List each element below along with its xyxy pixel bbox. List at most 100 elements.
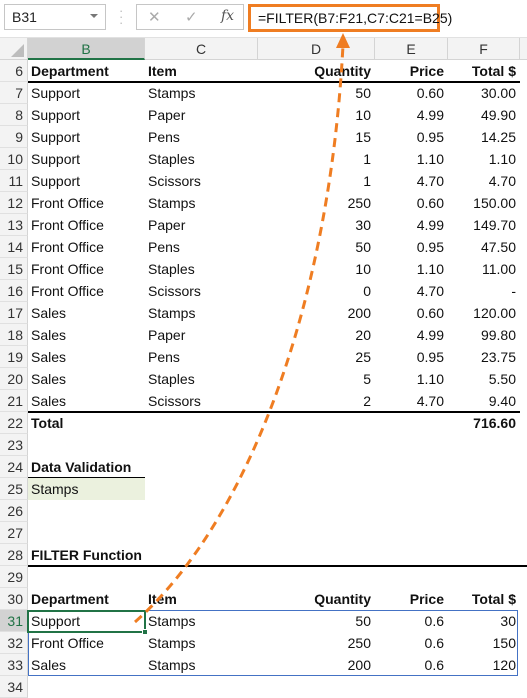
- source-cell-total[interactable]: 4.70: [448, 170, 516, 192]
- cancel-icon[interactable]: ✕: [148, 8, 161, 26]
- row-header-11[interactable]: 11: [0, 170, 28, 192]
- source-cell-total[interactable]: 150.00: [448, 192, 516, 214]
- column-header-e[interactable]: E: [375, 38, 448, 60]
- filter-header-cell[interactable]: Item: [145, 588, 258, 610]
- source-cell-qty[interactable]: 200: [258, 302, 371, 324]
- source-cell-item[interactable]: Pens: [145, 126, 258, 148]
- source-cell-item[interactable]: Stamps: [145, 192, 258, 214]
- source-cell-price[interactable]: 1.10: [375, 148, 444, 170]
- source-cell-dept[interactable]: Support: [28, 82, 145, 104]
- source-cell-item[interactable]: Stamps: [145, 302, 258, 324]
- source-cell-price[interactable]: 0.60: [375, 302, 444, 324]
- source-cell-total[interactable]: 5.50: [448, 368, 516, 390]
- source-cell-dept[interactable]: Sales: [28, 324, 145, 346]
- row-header-32[interactable]: 32: [0, 632, 28, 654]
- source-cell-item[interactable]: Staples: [145, 368, 258, 390]
- source-cell-dept[interactable]: Sales: [28, 390, 145, 412]
- source-cell-qty[interactable]: 2: [258, 390, 371, 412]
- source-cell-dept[interactable]: Support: [28, 126, 145, 148]
- source-header-cell[interactable]: Item: [145, 60, 258, 82]
- source-cell-item[interactable]: Pens: [145, 236, 258, 258]
- column-header-f[interactable]: F: [448, 38, 520, 60]
- source-cell-price[interactable]: 0.95: [375, 346, 444, 368]
- row-header-22[interactable]: 22: [0, 412, 28, 434]
- row-header-27[interactable]: 27: [0, 522, 28, 544]
- source-cell-total[interactable]: 1.10: [448, 148, 516, 170]
- row-header-17[interactable]: 17: [0, 302, 28, 324]
- source-cell-dept[interactable]: Front Office: [28, 280, 145, 302]
- row-header-7[interactable]: 7: [0, 82, 28, 104]
- row-header-12[interactable]: 12: [0, 192, 28, 214]
- source-cell-dept[interactable]: Front Office: [28, 214, 145, 236]
- source-cell-price[interactable]: 1.10: [375, 258, 444, 280]
- source-cell-qty[interactable]: 50: [258, 236, 371, 258]
- name-box[interactable]: B31: [4, 4, 106, 30]
- row-header-9[interactable]: 9: [0, 126, 28, 148]
- row-header-23[interactable]: 23: [0, 434, 28, 456]
- row-header-10[interactable]: 10: [0, 148, 28, 170]
- source-cell-total[interactable]: 9.40: [448, 390, 516, 412]
- source-header-cell[interactable]: Price: [375, 60, 444, 82]
- source-cell-price[interactable]: 4.99: [375, 104, 444, 126]
- source-cell-price[interactable]: 4.70: [375, 170, 444, 192]
- source-cell-price[interactable]: 1.10: [375, 368, 444, 390]
- source-cell-dept[interactable]: Support: [28, 104, 145, 126]
- source-cell-total[interactable]: 23.75: [448, 346, 516, 368]
- source-cell-total[interactable]: 14.25: [448, 126, 516, 148]
- filter-header-cell[interactable]: Quantity: [258, 588, 371, 610]
- check-icon[interactable]: ✓: [185, 8, 198, 26]
- source-cell-dept[interactable]: Sales: [28, 346, 145, 368]
- source-header-cell[interactable]: Quantity: [258, 60, 371, 82]
- source-cell-item[interactable]: Pens: [145, 346, 258, 368]
- source-cell-total[interactable]: 11.00: [448, 258, 516, 280]
- fill-handle[interactable]: [142, 629, 148, 635]
- source-cell-item[interactable]: Paper: [145, 104, 258, 126]
- source-cell-qty[interactable]: 10: [258, 104, 371, 126]
- row-header-30[interactable]: 30: [0, 588, 28, 610]
- row-header-25[interactable]: 25: [0, 478, 28, 500]
- source-cell-item[interactable]: Paper: [145, 324, 258, 346]
- source-cell-price[interactable]: 4.70: [375, 390, 444, 412]
- source-header-cell[interactable]: Department: [28, 60, 145, 82]
- row-header-6[interactable]: 6: [0, 60, 28, 82]
- source-cell-price[interactable]: 0.60: [375, 192, 444, 214]
- row-header-31[interactable]: 31: [0, 610, 28, 632]
- source-cell-qty[interactable]: 250: [258, 192, 371, 214]
- row-header-21[interactable]: 21: [0, 390, 28, 412]
- total-value[interactable]: 716.60: [448, 412, 516, 434]
- source-cell-price[interactable]: 0.95: [375, 236, 444, 258]
- source-cell-total[interactable]: 49.90: [448, 104, 516, 126]
- source-cell-total[interactable]: 99.80: [448, 324, 516, 346]
- data-validation-title[interactable]: Data Validation: [28, 456, 145, 478]
- source-cell-item[interactable]: Scissors: [145, 280, 258, 302]
- total-label[interactable]: Total: [28, 412, 145, 434]
- source-cell-qty[interactable]: 50: [258, 82, 371, 104]
- column-header-c[interactable]: C: [145, 38, 258, 60]
- source-cell-total[interactable]: -: [448, 280, 516, 302]
- source-cell-total[interactable]: 120.00: [448, 302, 516, 324]
- filter-header-cell[interactable]: Department: [28, 588, 145, 610]
- source-cell-dept[interactable]: Sales: [28, 368, 145, 390]
- source-cell-qty[interactable]: 30: [258, 214, 371, 236]
- source-cell-qty[interactable]: 10: [258, 258, 371, 280]
- source-cell-qty[interactable]: 15: [258, 126, 371, 148]
- row-header-28[interactable]: 28: [0, 544, 28, 566]
- filter-section-title[interactable]: FILTER Function: [28, 544, 258, 566]
- source-cell-qty[interactable]: 0: [258, 280, 371, 302]
- row-header-20[interactable]: 20: [0, 368, 28, 390]
- source-cell-qty[interactable]: 5: [258, 368, 371, 390]
- row-header-26[interactable]: 26: [0, 500, 28, 522]
- source-cell-item[interactable]: Scissors: [145, 170, 258, 192]
- source-cell-total[interactable]: 30.00: [448, 82, 516, 104]
- row-header-18[interactable]: 18: [0, 324, 28, 346]
- source-cell-price[interactable]: 0.95: [375, 126, 444, 148]
- source-cell-qty[interactable]: 1: [258, 148, 371, 170]
- row-header-8[interactable]: 8: [0, 104, 28, 126]
- source-cell-item[interactable]: Staples: [145, 258, 258, 280]
- data-validation-dropdown[interactable]: Stamps: [28, 478, 145, 500]
- row-header-19[interactable]: 19: [0, 346, 28, 368]
- row-header-15[interactable]: 15: [0, 258, 28, 280]
- chevron-down-icon[interactable]: [90, 14, 98, 18]
- row-header-24[interactable]: 24: [0, 456, 28, 478]
- source-cell-price[interactable]: 4.99: [375, 324, 444, 346]
